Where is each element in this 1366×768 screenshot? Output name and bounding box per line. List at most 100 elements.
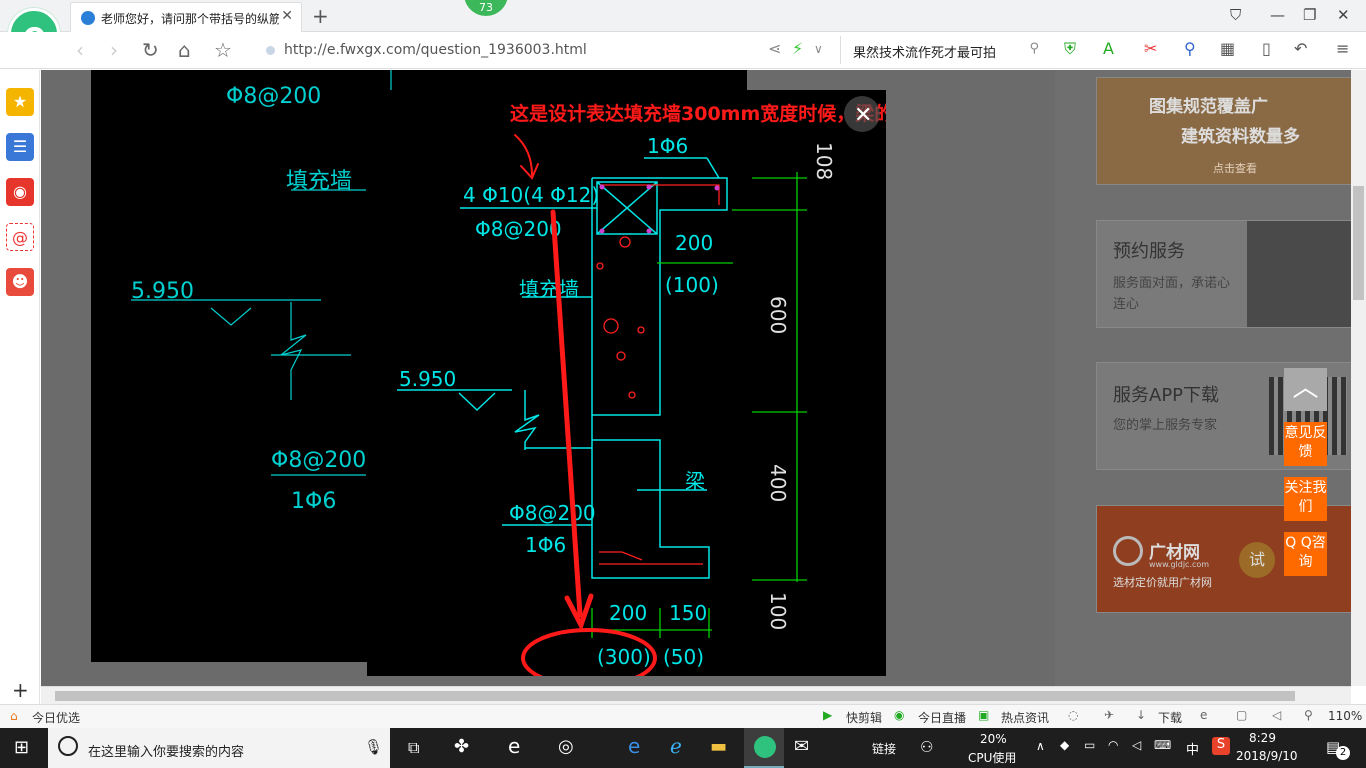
refresh-icon[interactable]: ↻ xyxy=(142,38,159,62)
restore-icon[interactable]: ❐ xyxy=(1303,6,1316,24)
scrollbar-thumb[interactable] xyxy=(1353,186,1364,300)
label-main-rebar: 4 Φ10(4 Φ12) xyxy=(463,183,599,207)
vertical-scrollbar[interactable] xyxy=(1351,70,1366,686)
shirt-icon[interactable]: ⛉ xyxy=(1230,6,1241,24)
edge-app-icon[interactable]: e xyxy=(508,734,520,758)
microphone-icon[interactable]: 🎙 xyxy=(364,738,383,756)
battery-icon[interactable]: ▭ xyxy=(1084,738,1095,752)
browser-task-icon xyxy=(754,736,776,758)
address-bar[interactable]: http://e.fwxgx.com/question_1936003.html xyxy=(260,36,760,64)
file-explorer-icon[interactable]: ▬ xyxy=(710,736,727,757)
game-icon[interactable]: ☻ xyxy=(6,268,34,296)
service-title: 预约服务 xyxy=(1113,241,1185,262)
close-window-icon[interactable]: ✕ xyxy=(1337,6,1350,24)
home-icon[interactable]: ⌂ xyxy=(178,38,191,62)
feedback-button[interactable]: 意见反馈 xyxy=(1284,422,1327,466)
scissors-icon[interactable]: ✂ xyxy=(1144,39,1157,58)
ad1-link[interactable]: 点击查看 xyxy=(1213,160,1257,176)
pin-icon[interactable]: ✈ xyxy=(1104,708,1114,722)
task-view-icon[interactable]: ⧉ xyxy=(408,738,419,758)
tab-title: 老师您好，请问那个带括号的纵筋 xyxy=(101,12,279,26)
undo-icon[interactable]: ↶ xyxy=(1294,39,1307,58)
close-tab-icon[interactable]: ✕ xyxy=(281,8,293,24)
close-icon[interactable]: ✕ xyxy=(854,103,872,128)
volume-icon[interactable]: ◁ xyxy=(1272,708,1281,722)
clock-time[interactable]: 8:29 xyxy=(1249,731,1276,745)
magnifier-icon[interactable]: ⚲ xyxy=(1184,39,1196,58)
chevron-down-icon[interactable]: ∨ xyxy=(814,42,823,56)
search-icon[interactable]: ⚲ xyxy=(1029,41,1039,56)
minimize-icon[interactable]: — xyxy=(1270,6,1285,24)
keyboard-icon[interactable]: ⌨ xyxy=(1154,738,1171,752)
horizontal-scrollbar[interactable] xyxy=(41,686,1351,704)
share-icon[interactable]: ⋖ xyxy=(768,39,781,58)
label-dim-b200: 200 xyxy=(609,601,647,625)
tray-expand-icon[interactable]: ∧ xyxy=(1036,739,1045,753)
status-item-download[interactable]: 下载 xyxy=(1158,709,1182,726)
site-info-icon[interactable] xyxy=(266,46,275,55)
ad-banner-atlas[interactable]: 图集规范覆盖广 建筑资料数量多 点击查看 xyxy=(1096,77,1352,185)
service-card[interactable]: 预约服务 服务面对面，承诺心连心 xyxy=(1096,220,1352,328)
today-picks-link[interactable]: 今日优选 xyxy=(32,709,80,726)
active-browser-task[interactable] xyxy=(744,728,784,768)
status-item-clip[interactable]: 快剪辑 xyxy=(846,709,882,726)
label-dim-v108: 108 xyxy=(812,142,836,180)
weibo-icon[interactable]: ◉ xyxy=(6,178,34,206)
reading-list-icon[interactable]: ☰ xyxy=(6,133,34,161)
label-dim-100p: (100) xyxy=(665,273,719,297)
translate-icon[interactable]: A xyxy=(1103,39,1114,58)
zoom-icon[interactable]: ⚲ xyxy=(1304,708,1313,722)
ime-indicator[interactable]: 中 xyxy=(1186,739,1199,758)
bell-icon[interactable]: ◆ xyxy=(1060,738,1069,752)
ad2-try-button[interactable]: 试 xyxy=(1239,542,1275,578)
hscrollbar-thumb[interactable] xyxy=(55,691,1295,701)
forward-icon[interactable]: › xyxy=(110,38,118,62)
search-box[interactable]: 果然技术流作死才最可拍 ⚲ xyxy=(840,36,1045,64)
window-icon[interactable]: ▢ xyxy=(1236,708,1247,722)
favorite-star-icon[interactable]: ☆ xyxy=(214,38,232,62)
status-item-live[interactable]: 今日直播 xyxy=(918,709,966,726)
phone-icon[interactable]: ▯ xyxy=(1262,39,1271,58)
taskbar-search-box[interactable]: 在这里输入你要搜索的内容 🎙 xyxy=(48,728,390,768)
ie-icon[interactable]: e xyxy=(1200,708,1207,722)
status-item-news[interactable]: 热点资讯 xyxy=(1001,709,1049,726)
spiral-app-icon[interactable]: ◎ xyxy=(558,736,574,757)
sogou-icon[interactable]: S xyxy=(1212,737,1230,755)
taskbar-link-label[interactable]: 链接 xyxy=(872,740,896,757)
service-desc: 服务面对面，承诺心连心 xyxy=(1113,276,1231,312)
wifi-icon[interactable]: ◠ xyxy=(1108,738,1118,752)
clock-date[interactable]: 2018/9/10 xyxy=(1236,749,1298,763)
news-icon: ▣ xyxy=(978,708,990,722)
label-dim-v400: 400 xyxy=(766,464,790,502)
live-icon: ◉ xyxy=(894,708,905,722)
back-icon[interactable]: ‹ xyxy=(76,38,84,62)
edge-browser-icon[interactable]: e xyxy=(628,734,640,758)
ie-browser-icon[interactable]: ℯ xyxy=(670,734,682,758)
gift-icon: ⌂ xyxy=(10,709,18,723)
email-icon[interactable]: @ xyxy=(6,223,34,251)
new-tab-button[interactable]: + xyxy=(312,4,329,28)
menu-icon[interactable]: ≡ xyxy=(1336,39,1349,58)
ad2-site: www.gldjc.com xyxy=(1149,560,1210,569)
close-lightbox-button[interactable]: ✕ xyxy=(844,96,880,132)
zoom-level[interactable]: 110% xyxy=(1328,709,1362,723)
apps-grid-icon[interactable]: ▦ xyxy=(1220,39,1235,58)
shield-icon[interactable]: ⛨ xyxy=(1064,39,1076,59)
cpu-label: CPU使用 xyxy=(968,751,1017,765)
favorites-star-icon[interactable]: ★ xyxy=(6,88,34,116)
speed-icon[interactable]: ◌ xyxy=(1068,708,1078,722)
back-to-top-button[interactable]: ︿ xyxy=(1284,368,1327,411)
left-label-level: 5.950 xyxy=(131,279,194,304)
qq-consult-button[interactable]: Q Q咨询 xyxy=(1284,532,1327,576)
mail-icon[interactable]: ✉ xyxy=(794,736,809,757)
label-dim-200: 200 xyxy=(675,231,713,255)
download-icon: ↓ xyxy=(1136,708,1147,722)
people-icon[interactable]: ⚇ xyxy=(920,738,933,756)
follow-us-button[interactable]: 关注我们 xyxy=(1284,477,1327,521)
lightning-icon[interactable]: ⚡ xyxy=(792,39,803,58)
windows-start-icon[interactable]: ⊞ xyxy=(14,737,29,758)
add-sidebar-button[interactable]: + xyxy=(12,678,29,702)
speaker-icon[interactable]: ◁ xyxy=(1132,738,1141,752)
fan-app-icon[interactable]: ✤ xyxy=(454,736,469,757)
browser-tab[interactable]: 老师您好，请问那个带括号的纵筋 ✕ xyxy=(70,2,302,32)
